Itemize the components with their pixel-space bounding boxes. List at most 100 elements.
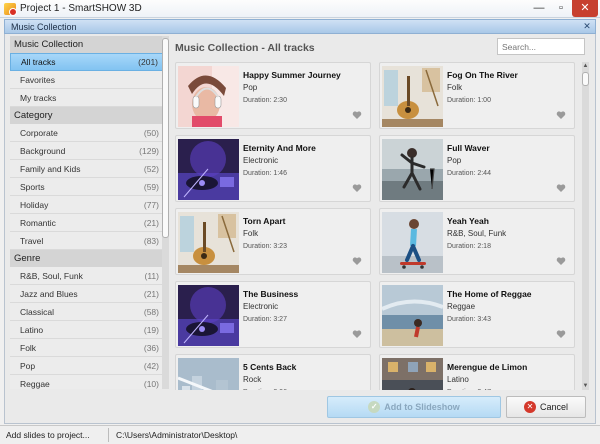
track-title: Torn Apart xyxy=(243,216,286,226)
favorite-heart-icon[interactable] xyxy=(352,256,362,266)
sidebar-item-label: Pop xyxy=(20,360,36,371)
sidebar-item-sports[interactable]: Sports (59) xyxy=(10,178,163,196)
sidebar-item-count: (21) xyxy=(143,217,159,228)
track-duration: Duration: 3:23 xyxy=(243,243,287,250)
app-icon xyxy=(4,3,17,16)
dialog-close-button[interactable]: ✕ xyxy=(582,22,592,32)
track-thumbnail xyxy=(178,66,239,127)
sidebar-scrollbar[interactable] xyxy=(162,36,169,389)
track-card[interactable]: 5 Cents Back Rock Duration: 2:06 xyxy=(175,354,371,390)
track-title: The Business xyxy=(243,289,299,299)
track-card[interactable]: Yeah Yeah R&B, Soul, Funk Duration: 2:18 xyxy=(379,208,575,275)
sidebar-item-count: (10) xyxy=(143,378,159,389)
dialog-titlebar: Music Collection ✕ xyxy=(4,19,596,34)
track-card[interactable]: Happy Summer Journey Pop Duration: 2:30 xyxy=(175,62,371,129)
sidebar-item-label: Reggae xyxy=(20,378,50,389)
sidebar-item-background[interactable]: Background (129) xyxy=(10,142,163,160)
favorite-heart-icon[interactable] xyxy=(556,183,566,193)
track-duration: Duration: 2:06 xyxy=(243,389,287,390)
sidebar-item-my-tracks[interactable]: My tracks xyxy=(10,89,163,107)
sidebar-item-reggae[interactable]: Reggae (10) xyxy=(10,375,163,389)
track-thumbnail xyxy=(382,139,443,200)
track-duration: Duration: 2:30 xyxy=(243,97,287,104)
dialog-title: Music Collection xyxy=(11,22,77,32)
track-card[interactable]: Full Waver Pop Duration: 2:44 xyxy=(379,135,575,202)
track-thumbnail xyxy=(178,212,239,273)
favorite-heart-icon[interactable] xyxy=(556,256,566,266)
track-genre: Reggae xyxy=(447,302,476,311)
maximize-button[interactable]: ▫ xyxy=(550,0,572,17)
track-card[interactable]: Torn Apart Folk Duration: 3:23 xyxy=(175,208,371,275)
sidebar-item-label: Latino xyxy=(20,324,44,335)
favorite-heart-icon[interactable] xyxy=(556,329,566,339)
track-duration: Duration: 3:43 xyxy=(447,316,491,323)
track-genre: Rock xyxy=(243,375,262,384)
window-titlebar: Project 1 - SmartSHOW 3D — ▫ ✕ xyxy=(0,0,600,18)
sidebar-item-jazz-and-blues[interactable]: Jazz and Blues (21) xyxy=(10,285,163,303)
status-divider xyxy=(108,428,109,442)
track-duration: Duration: 2:44 xyxy=(447,170,491,177)
sidebar-item-count: (77) xyxy=(143,199,159,210)
track-thumbnail xyxy=(178,139,239,200)
sidebar-item-latino[interactable]: Latino (19) xyxy=(10,321,163,339)
track-duration: Duration: 2:18 xyxy=(447,243,491,250)
sidebar-item-count: (52) xyxy=(143,163,159,174)
sidebar-item-count: (19) xyxy=(143,324,159,335)
sidebar-item-family-and-kids[interactable]: Family and Kids (52) xyxy=(10,160,163,178)
close-window-button[interactable]: ✕ xyxy=(572,0,598,17)
sidebar-item-count: (58) xyxy=(143,306,159,317)
favorite-heart-icon[interactable] xyxy=(352,329,362,339)
track-thumbnail xyxy=(382,66,443,127)
sidebar-item-r-b-soul-funk[interactable]: R&B, Soul, Funk (11) xyxy=(10,267,163,285)
tracks-scroll-thumb[interactable] xyxy=(582,72,589,86)
favorite-heart-icon[interactable] xyxy=(352,110,362,120)
track-card[interactable]: Eternity And More Electronic Duration: 1:4… xyxy=(175,135,371,202)
sidebar-item-travel[interactable]: Travel (83) xyxy=(10,232,163,250)
sidebar-item-romantic[interactable]: Romantic (21) xyxy=(10,214,163,232)
sidebar-item-label: Travel xyxy=(20,235,44,246)
track-card[interactable]: Fog On The River Folk Duration: 1:00 xyxy=(379,62,575,129)
music-collection-dialog: Music Collection All tracks (201) Favorites… xyxy=(4,34,596,424)
sidebar-item-pop[interactable]: Pop (42) xyxy=(10,357,163,375)
sidebar-item-label: Jazz and Blues xyxy=(20,288,78,299)
sidebar-item-label: Background xyxy=(20,145,66,156)
tracks-scrollbar[interactable]: ▲ ▼ xyxy=(582,62,589,390)
favorite-heart-icon[interactable] xyxy=(352,183,362,193)
track-genre: Folk xyxy=(243,229,259,238)
status-text: Add slides to project... xyxy=(6,430,90,440)
sidebar-item-count: (11) xyxy=(144,270,160,281)
track-card[interactable]: Merengue de Limon Latino Duration: 2:47 xyxy=(379,354,575,390)
track-thumbnail xyxy=(178,358,239,390)
add-to-slideshow-button[interactable]: ✓ Add to Slideshow xyxy=(327,396,501,418)
track-title: Full Waver xyxy=(447,143,490,153)
sidebar-item-all-tracks[interactable]: All tracks (201) xyxy=(10,53,163,71)
sidebar-item-label: Holiday xyxy=(20,199,49,210)
cancel-label: Cancel xyxy=(539,402,568,412)
sidebar-section-header: Genre xyxy=(10,250,163,267)
track-genre: Pop xyxy=(447,156,462,165)
minimize-button[interactable]: — xyxy=(528,0,550,17)
sidebar-item-classical[interactable]: Classical (58) xyxy=(10,303,163,321)
sidebar-item-label: My tracks xyxy=(20,92,57,103)
sidebar-item-folk[interactable]: Folk (36) xyxy=(10,339,163,357)
track-title: Yeah Yeah xyxy=(447,216,489,226)
sidebar-item-corporate[interactable]: Corporate (50) xyxy=(10,124,163,142)
track-thumbnail xyxy=(382,212,443,273)
scroll-up-arrow[interactable]: ▲ xyxy=(582,62,589,70)
favorite-heart-icon[interactable] xyxy=(556,110,566,120)
track-title: Eternity And More xyxy=(243,143,316,153)
track-duration: Duration: 3:27 xyxy=(243,316,287,323)
track-grid: Happy Summer Journey Pop Duration: 2:30 Fog… xyxy=(175,62,577,390)
sidebar-item-favorites[interactable]: Favorites xyxy=(10,71,163,89)
sidebar-scroll-thumb[interactable] xyxy=(162,38,169,238)
checkmark-icon: ✓ xyxy=(368,401,381,413)
sidebar-item-holiday[interactable]: Holiday (77) xyxy=(10,196,163,214)
track-thumbnail xyxy=(382,285,443,346)
cancel-button[interactable]: ✕ Cancel xyxy=(506,396,586,418)
search-input[interactable] xyxy=(497,38,585,55)
scroll-down-arrow[interactable]: ▼ xyxy=(582,382,589,390)
track-card[interactable]: The Business Electronic Duration: 3:27 xyxy=(175,281,371,348)
sidebar-item-label: Folk xyxy=(20,342,37,353)
track-duration: Duration: 2:47 xyxy=(447,389,491,390)
track-card[interactable]: The Home of Reggae Reggae Duration: 3:43 xyxy=(379,281,575,348)
